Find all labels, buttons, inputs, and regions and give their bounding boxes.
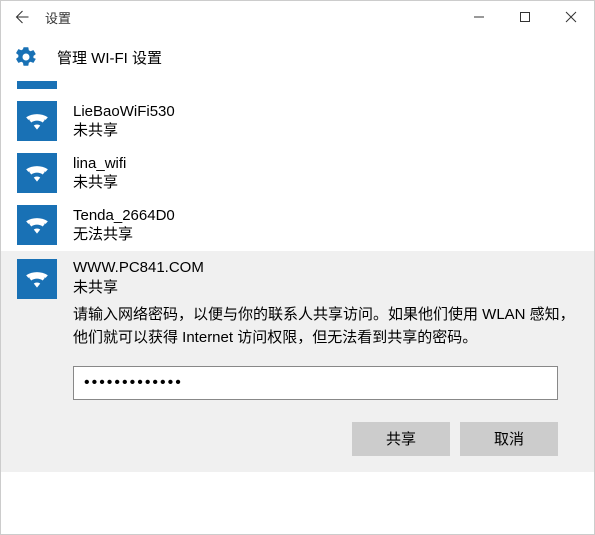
wifi-network-item[interactable]: Tenda_2664D0 无法共享 (1, 199, 594, 251)
maximize-icon (519, 11, 531, 23)
share-description: 请输入网络密码，以便与你的联系人共享访问。如果他们使用 WLAN 感知，他们就可… (73, 303, 578, 350)
wifi-status: 未共享 (73, 276, 578, 297)
wifi-name: lina_wifi (73, 154, 126, 174)
page-header: 管理 WI-FI 设置 (1, 33, 594, 81)
close-icon (565, 11, 577, 23)
password-input[interactable] (73, 366, 558, 400)
wifi-name: WWW.PC841.COM (73, 259, 578, 276)
wifi-icon (17, 153, 57, 193)
wifi-status: 未共享 (73, 121, 175, 141)
wifi-icon (17, 259, 57, 299)
share-button[interactable]: 共享 (352, 422, 450, 456)
wifi-network-item[interactable]: LieBaoWiFi530 未共享 (1, 95, 594, 147)
back-button[interactable] (1, 1, 41, 33)
minimize-button[interactable] (456, 1, 502, 33)
wifi-status: 无法共享 (73, 225, 175, 245)
minimize-icon (473, 11, 485, 23)
wifi-network-item-selected[interactable]: WWW.PC841.COM 未共享 请输入网络密码，以便与你的联系人共享访问。如… (1, 251, 594, 472)
wifi-icon (17, 101, 57, 141)
wifi-name: Tenda_2664D0 (73, 206, 175, 226)
page-title: 管理 WI-FI 设置 (57, 47, 162, 68)
arrow-left-icon (12, 8, 30, 26)
wifi-icon (17, 205, 57, 245)
wifi-icon (17, 81, 57, 89)
window-title: 设置 (41, 8, 456, 27)
titlebar: 设置 (1, 1, 594, 33)
maximize-button[interactable] (502, 1, 548, 33)
wifi-network-item-partial[interactable] (1, 81, 594, 95)
close-button[interactable] (548, 1, 594, 33)
wifi-network-list: LieBaoWiFi530 未共享 lina_wifi 未共享 Tenda_26… (1, 95, 594, 472)
wifi-status: 未共享 (73, 173, 126, 193)
wifi-name: LieBaoWiFi530 (73, 102, 175, 122)
wifi-network-item[interactable]: lina_wifi 未共享 (1, 147, 594, 199)
settings-icon (13, 44, 39, 70)
cancel-button[interactable]: 取消 (460, 422, 558, 456)
